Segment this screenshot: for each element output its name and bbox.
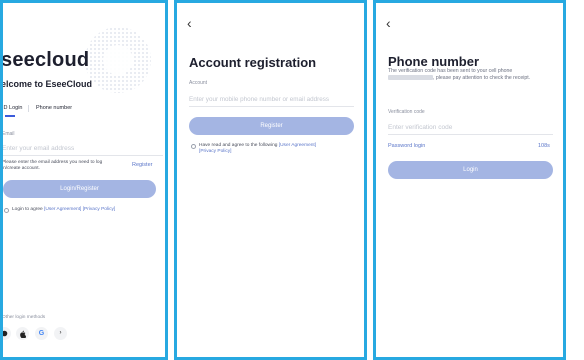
apple-icon[interactable] bbox=[16, 327, 29, 340]
message-part-1: The verification code has been sent to y… bbox=[388, 68, 513, 74]
account-input[interactable]: Enter your mobile phone number or email … bbox=[189, 96, 329, 103]
welcome-text: elcome to EseeCloud bbox=[1, 79, 93, 89]
circle-icon[interactable] bbox=[3, 327, 11, 340]
agree-checkbox[interactable] bbox=[191, 144, 196, 149]
email-hint: Please enter the email address you need … bbox=[2, 160, 103, 171]
active-tab-indicator bbox=[5, 115, 15, 117]
code-input[interactable]: Enter verification code bbox=[388, 124, 452, 131]
register-link[interactable]: Register bbox=[132, 162, 152, 168]
code-label: Verification code bbox=[388, 109, 425, 115]
verification-screen: ‹ Phone number The verification code has… bbox=[373, 0, 566, 360]
agree-prefix: Login to agree bbox=[12, 207, 43, 212]
account-label: Account bbox=[189, 80, 208, 86]
login-screen: seecloud elcome to EseeCloud ID Login Ph… bbox=[0, 0, 168, 360]
code-underline bbox=[388, 134, 553, 135]
page-title: Phone number bbox=[388, 54, 480, 69]
verification-message: The verification code has been sent to y… bbox=[388, 68, 556, 81]
account-underline bbox=[189, 106, 354, 107]
agree-prefix: Have read and agree to the following bbox=[199, 143, 278, 148]
register-button[interactable]: Register bbox=[189, 117, 354, 135]
tab-divider bbox=[28, 105, 29, 112]
back-arrow-icon[interactable]: ‹ bbox=[187, 16, 192, 30]
message-part-2: , please pay attention to check the rece… bbox=[433, 74, 531, 81]
agree-checkbox[interactable] bbox=[4, 208, 9, 213]
privacy-policy-link[interactable]: [Privacy Policy] bbox=[199, 149, 232, 154]
other-login-label: Other login methods bbox=[2, 315, 46, 320]
email-label: Email bbox=[2, 131, 15, 137]
tab-id-login[interactable]: ID Login bbox=[3, 105, 23, 111]
agree-line: Have read and agree to the following [Us… bbox=[199, 143, 316, 155]
email-input[interactable]: Enter your email address bbox=[3, 145, 74, 152]
google-icon[interactable]: G bbox=[35, 327, 48, 340]
user-agreement-link[interactable]: [User Agreement] bbox=[44, 207, 81, 212]
app-name: seecloud bbox=[1, 49, 90, 71]
email-underline bbox=[3, 155, 163, 156]
camera-watermark-inner bbox=[103, 45, 133, 75]
registration-screen: ‹ Account registration Account Enter you… bbox=[174, 0, 367, 360]
back-arrow-icon[interactable]: ‹ bbox=[386, 16, 391, 30]
more-icon[interactable]: › bbox=[54, 327, 67, 340]
login-register-button[interactable]: Login/Register bbox=[3, 180, 156, 198]
agree-line: Login to agree [User Agreement] [Privacy… bbox=[12, 207, 115, 213]
countdown-timer: 108s bbox=[538, 143, 550, 149]
page-title: Account registration bbox=[189, 55, 317, 70]
masked-phone-number bbox=[388, 74, 433, 80]
password-login-link[interactable]: Password login bbox=[388, 143, 425, 149]
privacy-policy-link[interactable]: [Privacy Policy] bbox=[83, 207, 116, 212]
user-agreement-link[interactable]: [User Agreement] bbox=[279, 143, 316, 148]
login-button[interactable]: Login bbox=[388, 161, 553, 179]
tab-phone-number[interactable]: Phone number bbox=[36, 105, 72, 111]
